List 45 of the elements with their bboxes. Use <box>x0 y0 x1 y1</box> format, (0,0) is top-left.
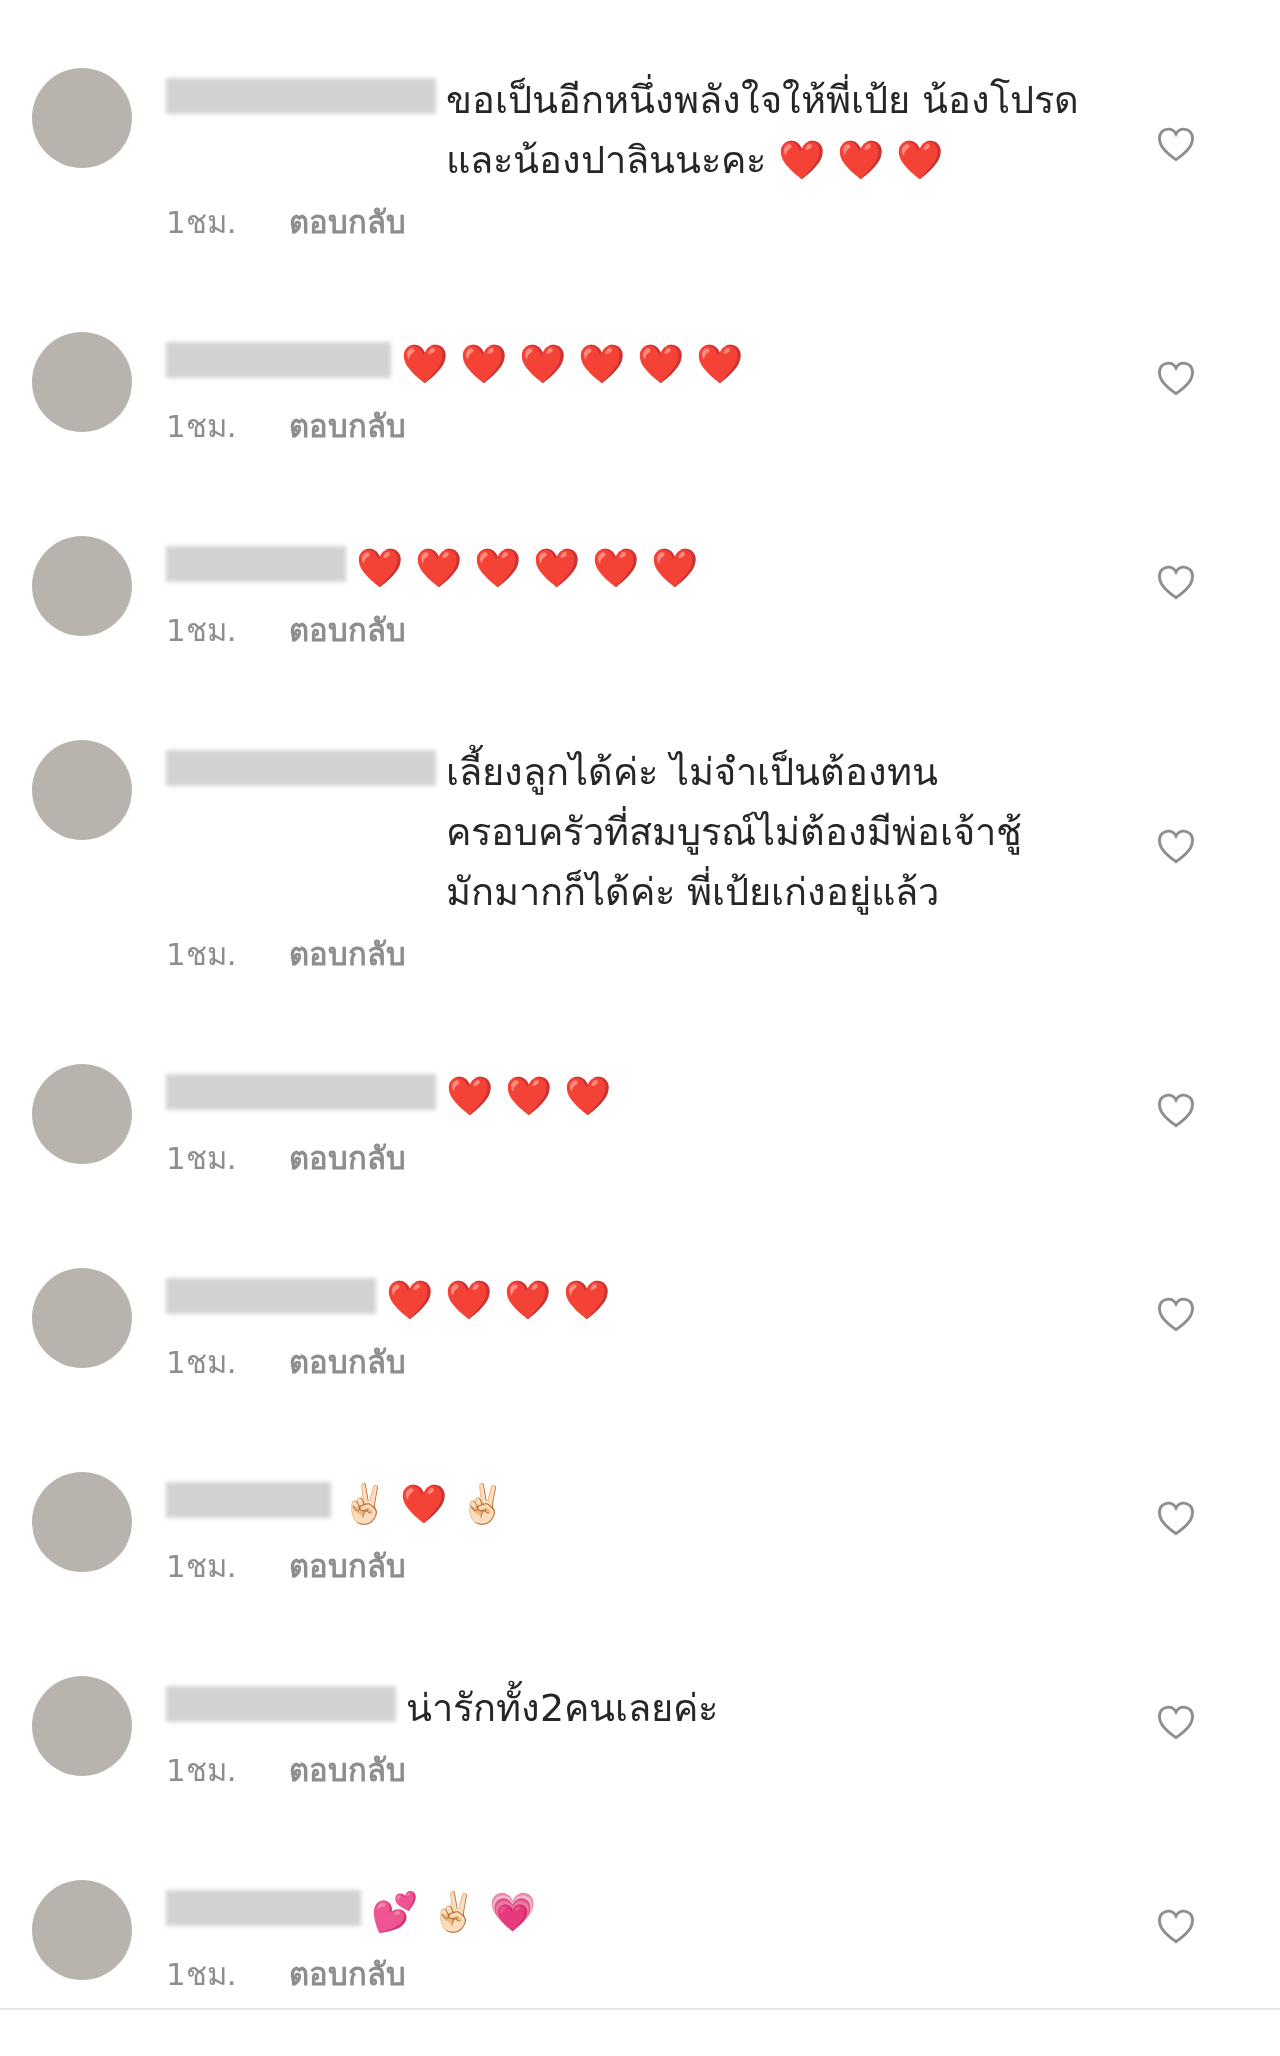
like-button[interactable] <box>1156 125 1196 163</box>
comment-text: ❤ ❤ ❤ <box>446 1073 612 1120</box>
comment-time: 1ชม. <box>166 935 237 974</box>
username-blurred[interactable] <box>166 1686 396 1722</box>
reply-link[interactable]: ตอบกลับ <box>288 1952 406 1996</box>
reply-link[interactable]: ตอบกลับ <box>288 608 406 652</box>
like-button[interactable] <box>1156 1703 1196 1741</box>
comment-time: 1ชม. <box>166 1751 237 1790</box>
comment-text: 💕 ✌🏻 💗 <box>371 1889 537 1936</box>
username-blurred[interactable] <box>166 342 391 378</box>
comment-time: 1ชม. <box>166 1139 237 1178</box>
like-button[interactable] <box>1156 563 1196 601</box>
like-button[interactable] <box>1156 1295 1196 1333</box>
like-button[interactable] <box>1156 1499 1196 1537</box>
comment-time: 1ชม. <box>166 1343 237 1382</box>
reply-link[interactable]: ตอบกลับ <box>288 1136 406 1180</box>
comment-text: ✌🏻 ❤ ✌🏻 <box>341 1481 507 1528</box>
reply-link[interactable]: ตอบกลับ <box>288 1340 406 1384</box>
username-blurred[interactable] <box>166 546 346 582</box>
like-button[interactable] <box>1156 827 1196 865</box>
comment-text: น่ารักทั้ง2คนเลยค่ะ <box>406 1668 719 1738</box>
reply-link[interactable]: ตอบกลับ <box>288 404 406 448</box>
comment-text: เลี้ยงลูกได้ค่ะ ไม่จำเป็นต้องทน ครอบครัวที่สมบูรณ์ไม่ต้องมีพ่อเจ้าชู้มักมากก็ได้ค่ะ พี่เป้ยเก่งอยู่แล้ว <box>446 732 1106 922</box>
username-blurred[interactable] <box>166 1482 331 1518</box>
comment-time: 1ชม. <box>166 611 237 650</box>
username-blurred[interactable] <box>166 78 436 114</box>
comment-time: 1ชม. <box>166 407 237 446</box>
comment-time: 1ชม. <box>166 1547 237 1586</box>
reply-link[interactable]: ตอบกลับ <box>288 1544 406 1588</box>
username-blurred[interactable] <box>166 1890 361 1926</box>
comment-text: ขอเป็นอีกหนึ่งพลังใจให้พี่เป้ย น้องโปรดและน้องปาลินนะคะ ❤ ❤ ❤ <box>446 60 1106 190</box>
comment-time: 1ชม. <box>166 1955 237 1994</box>
comment-text: ❤ ❤ ❤ ❤ ❤ ❤ <box>356 545 699 592</box>
comment-text: ❤ ❤ ❤ ❤ ❤ ❤ <box>401 341 744 388</box>
like-button[interactable] <box>1156 359 1196 397</box>
reply-link[interactable]: ตอบกลับ <box>288 932 406 976</box>
comment-text: ❤ ❤ ❤ ❤ <box>386 1277 611 1324</box>
username-blurred[interactable] <box>166 750 436 786</box>
like-button[interactable] <box>1156 1907 1196 1945</box>
comment-time: 1ชม. <box>166 203 237 242</box>
reply-link[interactable]: ตอบกลับ <box>288 200 406 244</box>
username-blurred[interactable] <box>166 1278 376 1314</box>
username-blurred[interactable] <box>166 1074 436 1110</box>
reply-link[interactable]: ตอบกลับ <box>288 1748 406 1792</box>
like-button[interactable] <box>1156 1091 1196 1129</box>
